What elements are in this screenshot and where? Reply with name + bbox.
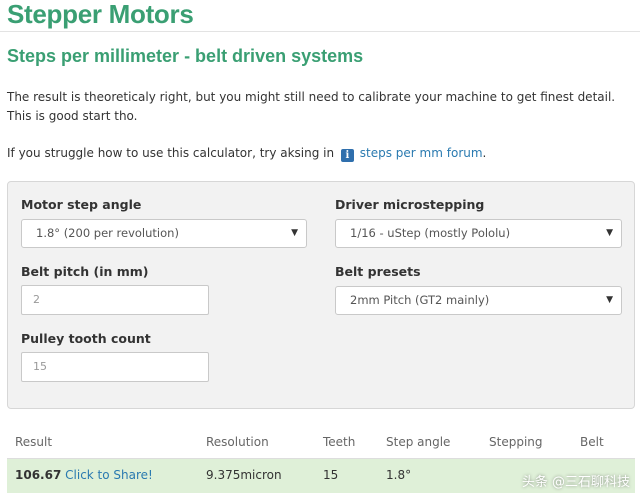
chevron-down-icon: ▼ [606,295,613,305]
chevron-down-icon: ▼ [291,228,298,238]
column-header-belt: Belt [580,435,604,449]
belt-pitch-input[interactable]: 2 [21,285,209,315]
step-angle-cell: 1.8° [386,468,412,482]
belt-presets-value: 2mm Pitch (GT2 mainly) [350,293,490,307]
column-header-result: Result [15,435,53,449]
driver-microstepping-label: Driver microstepping [335,197,485,212]
intro-paragraph: The result is theoreticaly right, but yo… [7,90,616,123]
help-paragraph: If you struggle how to use this calculat… [7,144,635,163]
info-icon: i [340,149,354,162]
share-link[interactable]: Click to Share! [65,468,153,482]
column-header-stepping: Stepping [489,435,543,449]
motor-step-angle-label: Motor step angle [21,197,142,212]
driver-microstepping-value: 1/16 - uStep (mostly Pololu) [350,226,511,240]
belt-presets-select[interactable]: 2mm Pitch (GT2 mainly) ▼ [335,286,622,315]
result-cell: 106.67 Click to Share! [15,468,153,482]
column-header-resolution: Resolution [206,435,269,449]
help-text-end: . [482,146,487,160]
teeth-cell: 15 [323,468,339,482]
chevron-down-icon: ▼ [606,228,613,238]
pulley-tooth-count-label: Pulley tooth count [21,331,151,346]
section-title: Steps per millimeter - belt driven syste… [7,46,364,66]
motor-step-angle-value: 1.8° (200 per revolution) [36,226,179,240]
forum-link[interactable]: steps per mm forum [360,146,483,160]
calculator-form: Motor step angle 1.8° (200 per revolutio… [7,181,635,409]
driver-microstepping-select[interactable]: 1/16 - uStep (mostly Pololu) ▼ [335,219,622,248]
result-value: 106.67 [15,468,62,482]
belt-pitch-label: Belt pitch (in mm) [21,264,149,279]
column-header-teeth: Teeth [323,435,356,449]
page-title: Stepper Motors [7,0,194,29]
resolution-cell: 9.375micron [206,468,282,482]
pulley-tooth-count-input[interactable]: 15 [21,352,209,382]
watermark: 头条 @三石聊科技 [521,475,630,490]
column-header-step-angle: Step angle [386,435,451,449]
help-text: If you struggle how to use this calculat… [7,146,335,160]
belt-presets-label: Belt presets [335,264,421,279]
motor-step-angle-select[interactable]: 1.8° (200 per revolution) ▼ [21,219,307,248]
title-divider [0,31,640,32]
